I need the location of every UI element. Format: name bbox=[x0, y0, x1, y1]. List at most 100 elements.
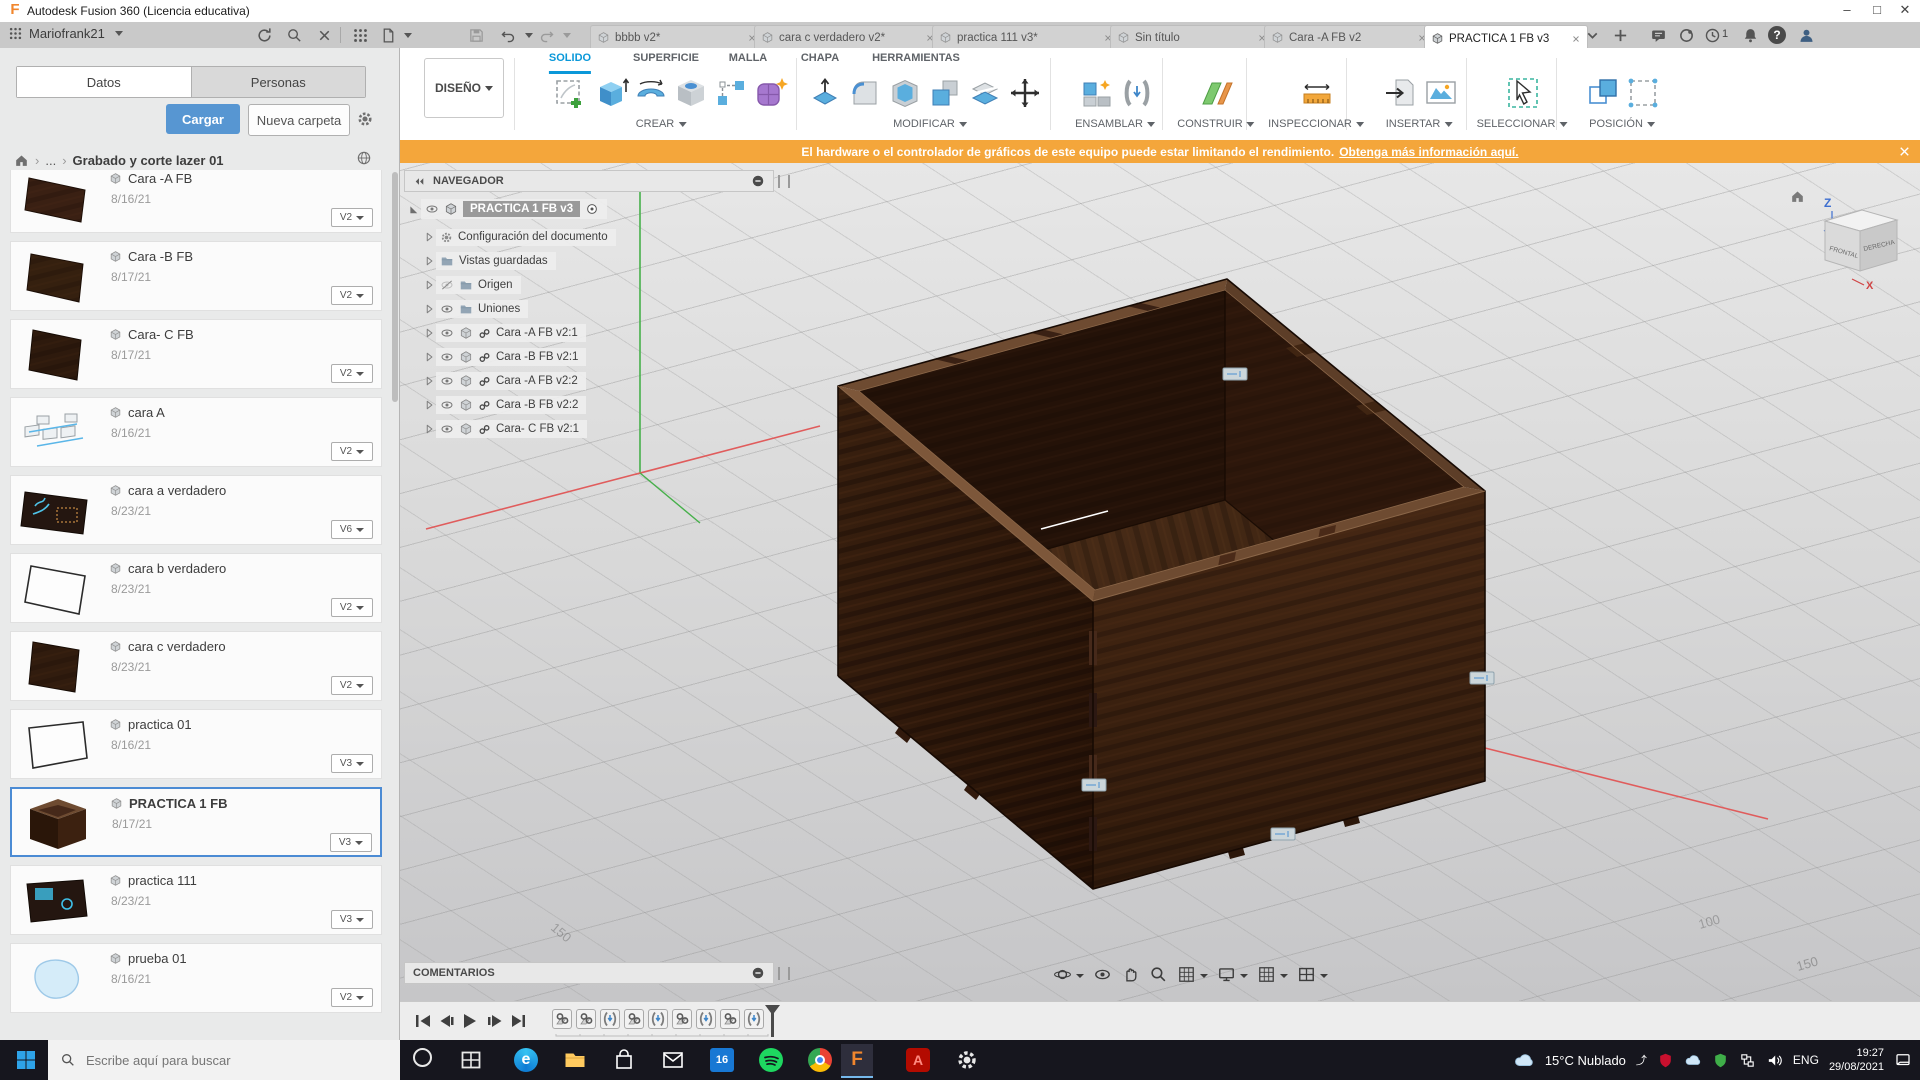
visibility-eye-icon[interactable] bbox=[440, 326, 454, 340]
doc-tab-cara-c-verdadero[interactable]: cara c verdadero v2* bbox=[754, 25, 942, 49]
insert-derive-icon[interactable] bbox=[1382, 74, 1420, 112]
project-item[interactable]: Cara- C FB 8/17/21 V2 bbox=[10, 319, 382, 389]
calendar-icon[interactable]: 16 bbox=[710, 1048, 734, 1072]
banner-link[interactable]: Obtenga más información aquí. bbox=[1339, 145, 1518, 159]
banner-close-icon[interactable] bbox=[1897, 144, 1912, 159]
fillet-icon[interactable] bbox=[846, 74, 884, 112]
expand-toggle-icon[interactable] bbox=[422, 422, 436, 436]
tab-herramientas[interactable]: HERRAMIENTAS bbox=[872, 52, 960, 70]
breadcrumb-ellipsis[interactable]: ... bbox=[45, 153, 56, 168]
project-item[interactable]: cara b verdadero 8/23/21 V2 bbox=[10, 553, 382, 623]
tab-list-chevron-icon[interactable] bbox=[1584, 27, 1601, 44]
app-grid-icon[interactable] bbox=[352, 27, 369, 44]
shell-icon[interactable] bbox=[886, 74, 924, 112]
volume-icon[interactable] bbox=[1766, 1052, 1783, 1069]
visibility-eye-icon[interactable] bbox=[440, 374, 454, 388]
maximize-button[interactable]: □ bbox=[1862, 0, 1892, 22]
zoom-icon[interactable] bbox=[1149, 965, 1168, 984]
version-dropdown[interactable]: V2 bbox=[331, 988, 373, 1007]
pattern-icon[interactable] bbox=[712, 74, 750, 112]
avatar[interactable] bbox=[1798, 27, 1815, 44]
mail-icon[interactable] bbox=[661, 1048, 685, 1072]
minimize-button[interactable]: – bbox=[1832, 0, 1862, 22]
panel-scrollbar[interactable] bbox=[392, 172, 398, 402]
version-dropdown[interactable]: V6 bbox=[331, 520, 373, 539]
project-item[interactable]: Cara -A FB 8/16/21 V2 bbox=[10, 170, 382, 233]
cortana-icon[interactable] bbox=[413, 1048, 432, 1067]
hide-panel-icon[interactable] bbox=[751, 174, 765, 188]
notifications-clock-icon[interactable] bbox=[1704, 27, 1721, 44]
bell-icon[interactable] bbox=[1742, 27, 1759, 44]
start-button[interactable] bbox=[14, 1048, 38, 1072]
help-icon[interactable]: ? bbox=[1768, 26, 1786, 44]
group-construir[interactable]: CONSTRUIR bbox=[1177, 116, 1254, 132]
tree-row-doc-settings[interactable]: Configuración del documento bbox=[422, 226, 616, 248]
create-sketch-icon[interactable] bbox=[552, 74, 590, 112]
version-dropdown[interactable]: V2 bbox=[331, 676, 373, 695]
expand-toggle-icon[interactable] bbox=[422, 278, 436, 292]
version-dropdown[interactable]: V2 bbox=[331, 286, 373, 305]
position-capture-icon[interactable] bbox=[1584, 74, 1622, 112]
group-modificar[interactable]: MODIFICAR bbox=[893, 116, 967, 132]
timeline-playhead[interactable] bbox=[550, 1005, 790, 1039]
navigator-header[interactable]: NAVEGADOR bbox=[404, 170, 774, 192]
collaboration-globe-icon[interactable] bbox=[356, 150, 372, 166]
tree-row-component[interactable]: Cara- C FB v2:1 bbox=[422, 418, 587, 440]
expand-toggle-icon[interactable] bbox=[422, 302, 436, 316]
tree-row-component[interactable]: Cara -B FB v2:1 bbox=[422, 346, 586, 368]
undo-icon[interactable] bbox=[500, 27, 517, 44]
edge-icon[interactable]: e bbox=[514, 1048, 538, 1072]
close-button[interactable]: ✕ bbox=[1890, 0, 1920, 22]
view-cube[interactable]: Z FRONTAL DERECHA X bbox=[1792, 192, 1897, 293]
tab-malla[interactable]: MALLA bbox=[729, 52, 768, 70]
doc-tab-sin-titulo[interactable]: Sin título bbox=[1110, 25, 1274, 49]
comments-panel-icon[interactable] bbox=[1650, 27, 1667, 44]
look-at-icon[interactable] bbox=[1093, 965, 1112, 984]
home-icon[interactable] bbox=[14, 153, 29, 168]
construction-plane-icon[interactable] bbox=[1198, 74, 1236, 112]
position-revert-icon[interactable] bbox=[1624, 74, 1662, 112]
settings-gear-icon[interactable] bbox=[955, 1048, 979, 1072]
action-center-icon[interactable] bbox=[1894, 1051, 1912, 1069]
press-pull-icon[interactable] bbox=[806, 74, 844, 112]
tray-chevron-icon[interactable]: ⤴ bbox=[1636, 1052, 1647, 1068]
tree-row-component[interactable]: Cara -A FB v2:1 bbox=[422, 322, 586, 344]
visibility-eye-icon[interactable] bbox=[425, 202, 439, 216]
tree-row-component[interactable]: Cara -B FB v2:2 bbox=[422, 394, 586, 416]
group-crear[interactable]: CREAR bbox=[636, 116, 687, 132]
tree-row-origin[interactable]: Origen bbox=[422, 274, 521, 296]
group-inspeccionar[interactable]: INSPECCIONAR bbox=[1268, 116, 1364, 132]
panel-settings-gear-icon[interactable] bbox=[356, 110, 374, 128]
expand-toggle-icon[interactable] bbox=[422, 254, 436, 268]
revolve-icon[interactable] bbox=[632, 74, 670, 112]
clock[interactable]: 19:27 29/08/2021 bbox=[1829, 1046, 1884, 1074]
version-dropdown[interactable]: V3 bbox=[331, 754, 373, 773]
doc-tab-cara-a-fb[interactable]: Cara -A FB v2 bbox=[1264, 25, 1434, 49]
close-tab-icon[interactable] bbox=[1571, 34, 1581, 44]
refresh-icon[interactable] bbox=[256, 27, 273, 44]
close-panel-icon[interactable] bbox=[316, 27, 333, 44]
visibility-eye-icon[interactable] bbox=[440, 398, 454, 412]
store-icon[interactable] bbox=[612, 1048, 636, 1072]
split-body-icon[interactable] bbox=[966, 74, 1004, 112]
project-item[interactable]: prueba 01 8/16/21 V2 bbox=[10, 943, 382, 1013]
version-dropdown[interactable]: V2 bbox=[331, 208, 373, 227]
weather-text[interactable]: 15°C Nublado bbox=[1545, 1053, 1626, 1068]
comments-panel-header[interactable]: COMENTARIOS bbox=[404, 962, 774, 984]
panel-drag-grip[interactable] bbox=[778, 967, 790, 980]
move-icon[interactable] bbox=[1006, 74, 1044, 112]
project-item[interactable]: practica 111 8/23/21 V3 bbox=[10, 865, 382, 935]
redo-icon[interactable] bbox=[538, 27, 555, 44]
tree-row-joints[interactable]: Uniones bbox=[422, 298, 528, 320]
tab-superficie[interactable]: SUPERFICIE bbox=[633, 52, 699, 70]
taskbar-search[interactable] bbox=[48, 1040, 400, 1080]
navigator-root-label[interactable]: PRACTICA 1 FB v3 bbox=[463, 201, 580, 217]
project-item[interactable]: cara A 8/16/21 V2 bbox=[10, 397, 382, 467]
workspace-selector[interactable]: DISEÑO bbox=[424, 58, 504, 118]
fusion-360-taskbar-icon[interactable]: F bbox=[841, 1044, 873, 1076]
collapse-panel-icon[interactable] bbox=[413, 175, 426, 188]
user-menu[interactable]: Mariofrank21 bbox=[8, 26, 123, 41]
mcafee-icon[interactable] bbox=[1657, 1052, 1674, 1069]
network-icon[interactable] bbox=[1739, 1052, 1756, 1069]
version-dropdown[interactable]: V2 bbox=[331, 442, 373, 461]
